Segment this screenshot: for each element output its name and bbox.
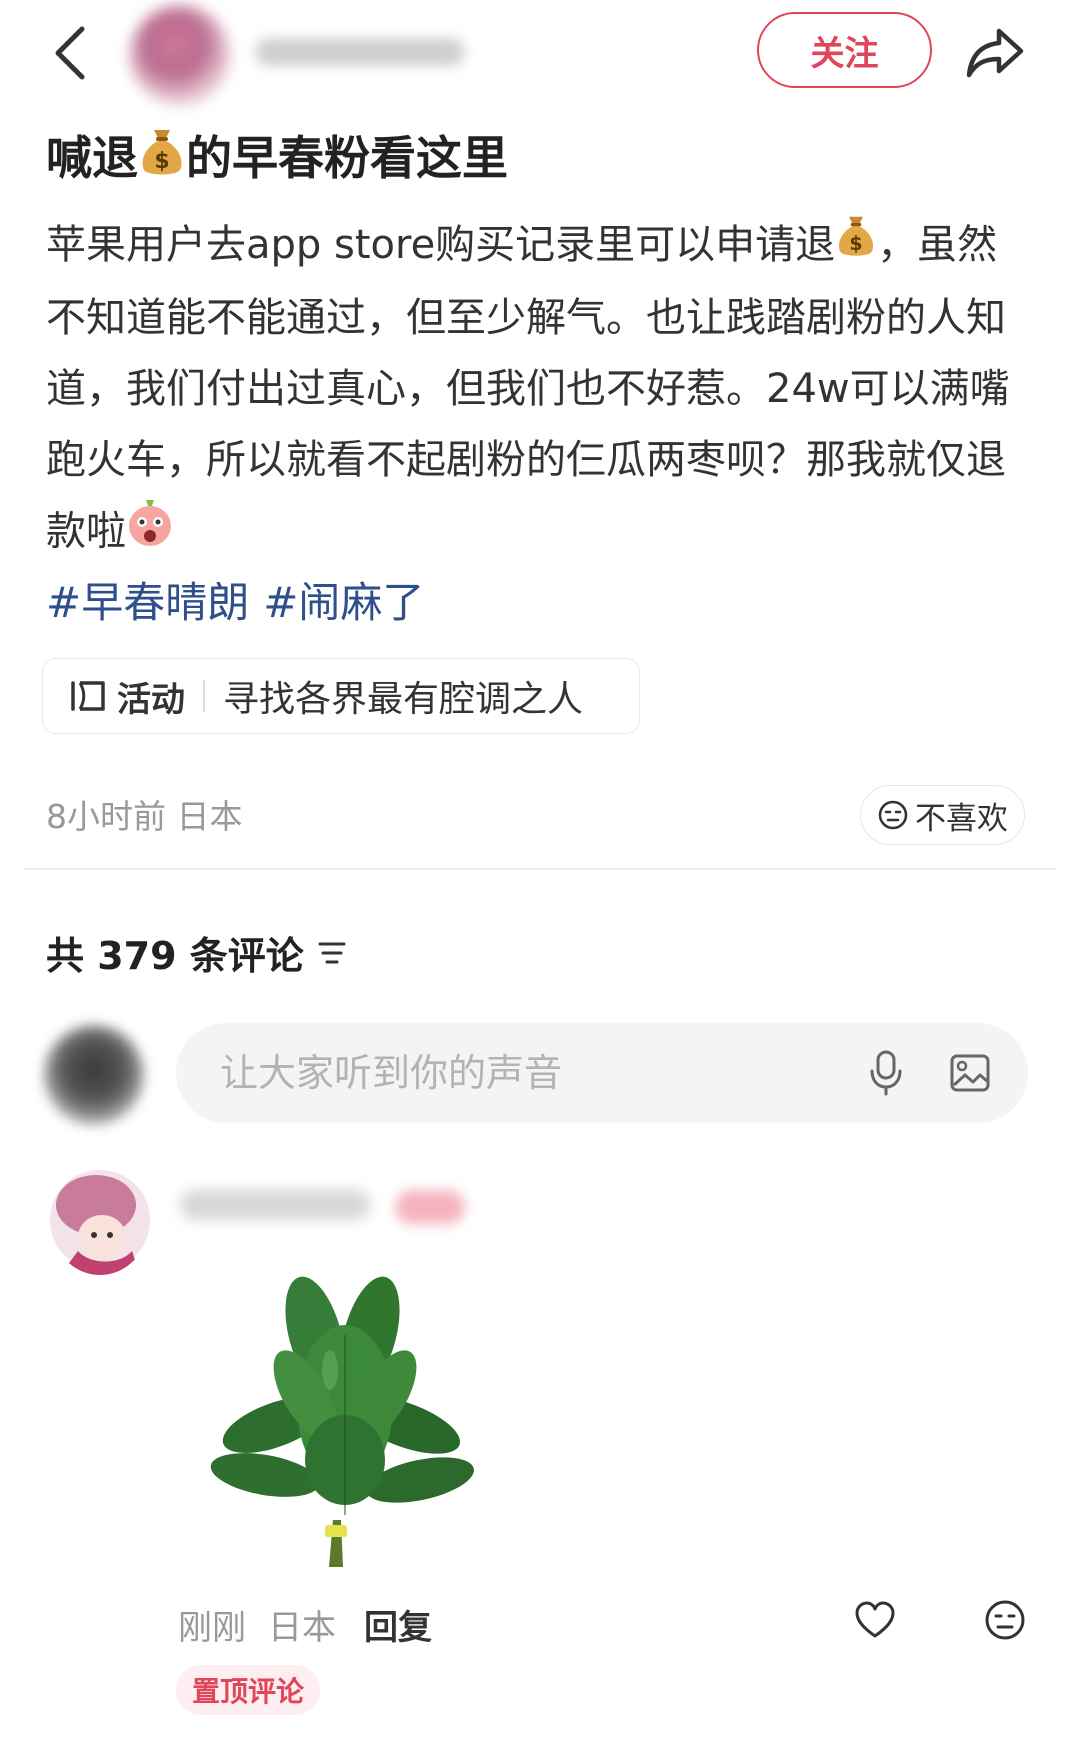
post-body: 苹果用户去app store购买记录里可以申请退 $ ，虽然不知道能不能通过，但… <box>46 210 1036 571</box>
post-body-part1: 苹果用户去app store购买记录里可以申请退 <box>46 222 836 268</box>
back-arrow-icon <box>55 26 85 80</box>
neutral-face-icon <box>878 800 908 830</box>
activity-divider <box>203 680 205 712</box>
pinned-comment-badge: 置顶评论 <box>176 1665 320 1715</box>
dislike-button[interactable]: 不喜欢 <box>860 785 1025 845</box>
comment-input-bar[interactable] <box>176 1023 1028 1123</box>
commenter-badge-blurred <box>395 1190 465 1224</box>
image-upload-button[interactable] <box>942 1047 998 1099</box>
comments-header: 共 379 条评论 <box>46 925 348 980</box>
activity-icon <box>71 681 105 711</box>
hashtag-link[interactable]: #早春晴朗 <box>46 578 249 627</box>
hashtag-link[interactable]: #闹麻了 <box>263 578 424 627</box>
post-title-part1: 喊退 <box>46 131 138 185</box>
post-title-part2: 的早春粉看这里 <box>186 131 508 185</box>
author-avatar[interactable] <box>130 5 230 105</box>
heart-icon <box>855 1601 895 1638</box>
sort-icon[interactable] <box>318 940 348 966</box>
post-title: 喊退 $ 的早春粉看这里 <box>46 122 1036 198</box>
back-button[interactable] <box>40 18 100 88</box>
like-button[interactable] <box>850 1595 900 1645</box>
post-time: 8小时前 <box>46 797 166 836</box>
voice-input-button[interactable] <box>860 1047 912 1099</box>
comment-time: 刚刚 <box>178 1608 246 1648</box>
activity-tag: 活动 <box>117 679 185 720</box>
section-divider <box>24 868 1056 870</box>
post-meta: 8小时前 日本 <box>46 790 243 838</box>
emoji-reaction-icon <box>985 1600 1025 1640</box>
top-bar: 关注 <box>0 0 1080 110</box>
reply-button[interactable]: 回复 <box>364 1600 432 1649</box>
commenter-name-blurred[interactable] <box>180 1190 370 1220</box>
share-icon <box>966 28 1024 78</box>
activity-card[interactable]: 活动 寻找各界最有腔调之人 <box>42 658 640 734</box>
author-name-blurred[interactable] <box>255 38 465 66</box>
commenter-avatar[interactable] <box>50 1165 150 1275</box>
hashtag-list: #早春晴朗 #闹麻了 <box>46 570 438 636</box>
microphone-icon <box>870 1050 902 1096</box>
svg-text:$: $ <box>849 232 862 255</box>
share-button[interactable] <box>960 18 1030 88</box>
follow-button[interactable]: 关注 <box>757 12 932 88</box>
money-bag-icon: $ <box>138 126 186 198</box>
dislike-label: 不喜欢 <box>915 800 1008 837</box>
current-user-avatar <box>44 1025 144 1125</box>
activity-title: 寻找各界最有腔调之人 <box>223 679 584 720</box>
svg-text:$: $ <box>154 149 169 174</box>
comment-input[interactable] <box>220 1051 820 1095</box>
image-icon <box>950 1054 990 1092</box>
comment-meta: 刚刚 日本 回复 <box>178 1600 432 1649</box>
post-location: 日本 <box>176 797 243 836</box>
emoji-reaction-button[interactable] <box>980 1595 1030 1645</box>
comments-count: 共 379 条评论 <box>46 934 304 978</box>
comment-location: 日本 <box>268 1608 336 1648</box>
comment-image-leaf-bundle[interactable] <box>195 1275 495 1575</box>
shocked-face-emoji-icon <box>126 496 174 571</box>
money-bag-icon: $ <box>835 212 877 283</box>
